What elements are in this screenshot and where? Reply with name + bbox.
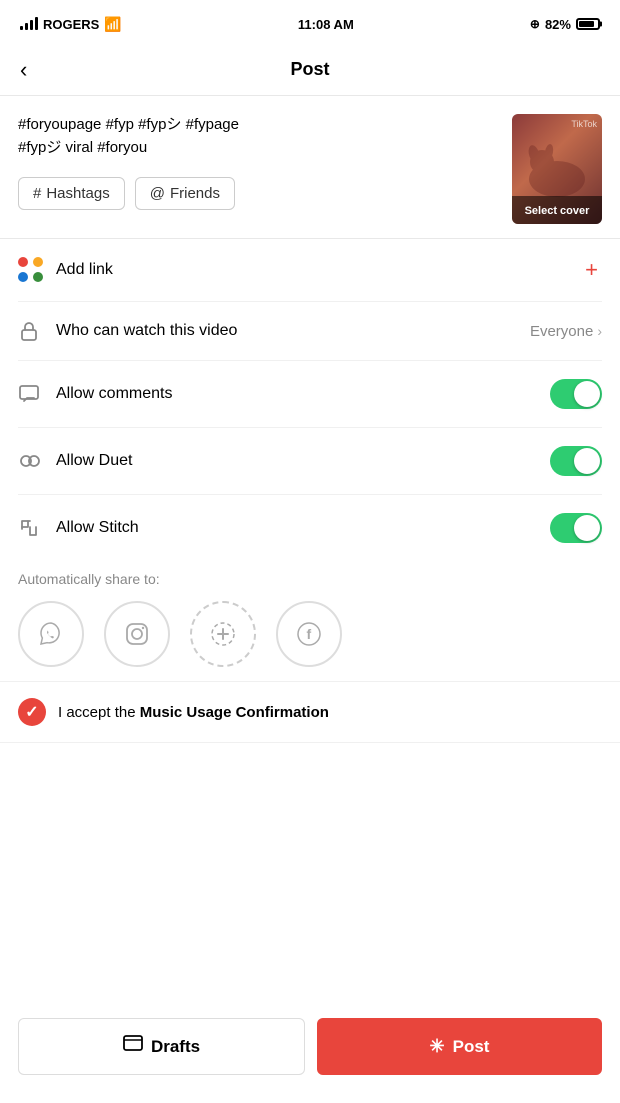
colorful-dots-icon (18, 257, 44, 283)
toggle-knob-duet (574, 448, 600, 474)
allow-duet-row: Allow Duet (18, 428, 602, 495)
share-label: Automatically share to: (18, 571, 602, 587)
video-thumbnail[interactable]: TikTok Select cover (512, 114, 602, 224)
whatsapp-share-button[interactable] (18, 601, 84, 667)
share-icons-row: f (18, 601, 602, 667)
who-can-watch-label: Who can watch this video (56, 322, 530, 340)
status-left: ROGERS 📶 (20, 16, 122, 33)
status-time: 11:08 AM (298, 17, 354, 32)
bottom-bar: Drafts ✳ Post (0, 1004, 620, 1103)
dot-blue (18, 272, 28, 282)
allow-comments-toggle[interactable] (550, 379, 602, 409)
who-can-watch-value: Everyone › (530, 323, 602, 340)
hashtags-label: Hashtags (46, 185, 109, 202)
post-label: Post (453, 1037, 490, 1057)
friends-button[interactable]: @ Friends (135, 177, 235, 210)
duet-icon (18, 450, 56, 472)
allow-stitch-toggle[interactable] (550, 513, 602, 543)
caption-text-area: #foryoupage #fyp #fypシ #fypage#fypジ vira… (18, 114, 498, 224)
back-button[interactable]: ‹ (20, 57, 27, 83)
select-cover-label: Select cover (525, 205, 590, 217)
drafts-button[interactable]: Drafts (18, 1018, 305, 1075)
dot-red (18, 257, 28, 267)
lock-icon (18, 320, 56, 342)
carrier-label: ROGERS (43, 17, 99, 32)
music-prefix: I accept the (58, 704, 140, 721)
post-icon: ✳ (430, 1036, 445, 1057)
hashtag-icon: # (33, 185, 41, 202)
everyone-text: Everyone (530, 323, 593, 340)
svg-text:f: f (307, 626, 312, 642)
allow-duet-label: Allow Duet (56, 452, 550, 470)
caption-text[interactable]: #foryoupage #fyp #fypシ #fypage#fypジ vira… (18, 114, 498, 159)
add-link-label: Add link (56, 261, 581, 279)
tiktok-add-share-button[interactable] (190, 601, 256, 667)
caption-buttons: # Hashtags @ Friends (18, 177, 498, 210)
chevron-icon: › (597, 323, 602, 339)
settings-section: Add link + Who can watch this video Ever… (0, 239, 620, 561)
allow-stitch-label: Allow Stitch (56, 519, 550, 537)
checkmark-icon: ✓ (25, 702, 38, 722)
facebook-share-button[interactable]: f (276, 601, 342, 667)
drafts-icon (123, 1035, 143, 1058)
add-link-row[interactable]: Add link + (18, 239, 602, 302)
hashtags-button[interactable]: # Hashtags (18, 177, 125, 210)
dot-green (33, 272, 43, 282)
select-cover-overlay[interactable]: Select cover (512, 196, 602, 224)
allow-comments-row: Allow comments (18, 361, 602, 428)
music-acceptance-text: I accept the Music Usage Confirmation (58, 704, 329, 721)
allow-duet-toggle[interactable] (550, 446, 602, 476)
wifi-icon: 📶 (104, 16, 121, 33)
friends-label: Friends (170, 185, 220, 202)
stitch-icon (18, 517, 56, 539)
battery-icon (576, 18, 600, 30)
allow-stitch-row: Allow Stitch (18, 495, 602, 561)
drafts-label: Drafts (151, 1037, 200, 1057)
thumbnail-image (512, 124, 602, 204)
page-title: Post (290, 59, 329, 80)
at-icon: @ (150, 185, 165, 202)
music-acceptance-checkbox[interactable]: ✓ (18, 698, 46, 726)
status-bar: ROGERS 📶 11:08 AM ⊕ 82% (0, 0, 620, 44)
allow-comments-label: Allow comments (56, 385, 550, 403)
add-link-button[interactable]: + (581, 259, 602, 281)
share-section: Automatically share to: (0, 561, 620, 682)
comment-icon (18, 383, 56, 405)
who-can-watch-row[interactable]: Who can watch this video Everyone › (18, 302, 602, 361)
location-icon: ⊕ (530, 17, 540, 31)
toggle-knob (574, 381, 600, 407)
caption-section: #foryoupage #fyp #fypシ #fypage#fypジ vira… (0, 96, 620, 239)
battery-percent: 82% (545, 17, 571, 32)
header: ‹ Post (0, 44, 620, 96)
signal-icon (20, 18, 38, 30)
dot-yellow (33, 257, 43, 267)
status-right: ⊕ 82% (530, 17, 600, 32)
toggle-knob-stitch (574, 515, 600, 541)
music-acceptance-row: ✓ I accept the Music Usage Confirmation (0, 682, 620, 743)
instagram-share-button[interactable] (104, 601, 170, 667)
music-bold: Music Usage Confirmation (140, 704, 329, 721)
post-button[interactable]: ✳ Post (317, 1018, 602, 1075)
